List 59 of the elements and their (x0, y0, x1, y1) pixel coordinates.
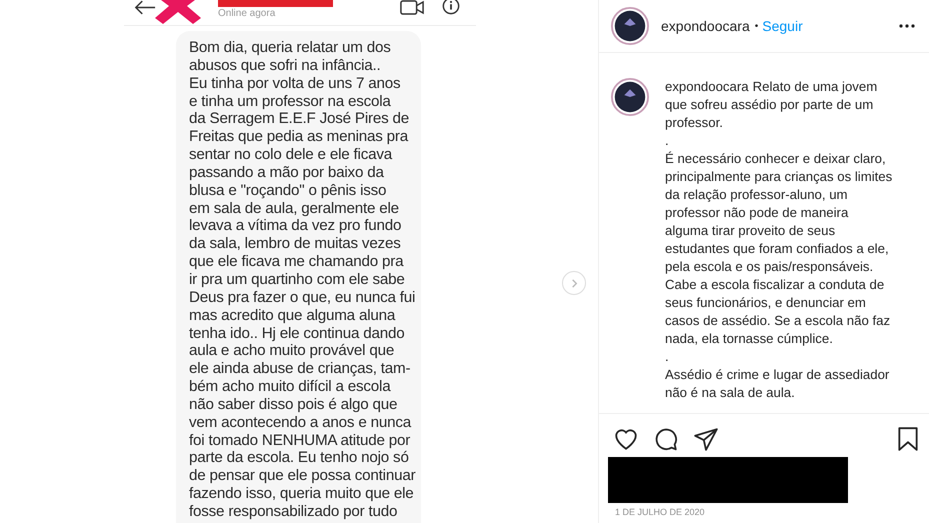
message-line: Bom dia, queria relatar um dos (189, 39, 392, 57)
caption-line: que sofreu assédio por parte de um (665, 96, 874, 114)
message-line: passando a mão por baixo da (189, 164, 385, 182)
caption-line: não é na sala de aula. (665, 384, 796, 402)
caption-line: . (665, 348, 670, 366)
message-line: tenha ido.. Hj ele continua dando (189, 324, 406, 342)
message-line: vem acontecendo a anos e nunca (189, 414, 412, 432)
message-line: de pensar que ele possa continuar (189, 467, 416, 486)
message-line: que ele ficava me chamando pra (189, 253, 405, 271)
share-icon[interactable] (693, 426, 719, 452)
info-icon (442, 0, 460, 15)
caption-line: Assédio é crime e lugar de assediador (665, 366, 890, 384)
caption-line: É necessário conhecer e deixar claro, (665, 150, 887, 168)
message-line: foi tomado NENHUMA atitude por (189, 432, 412, 450)
message-line: em sala de aula, geralmente ele (189, 200, 400, 218)
post-date: 1 DE JULHO DE 2020 (615, 507, 706, 517)
message-line: Eu tinha por volta de uns 7 anos (189, 74, 402, 93)
message-line: da Serragem E.E.F José Pires de (189, 110, 410, 128)
caption-line: alguma tirar proveito de seus (665, 222, 836, 240)
caption-line: professor. (665, 114, 724, 132)
message-line: ele ainda abuse de crianças, tam- (189, 360, 412, 378)
message-line: sentar no colo dele e ele ficava (189, 146, 394, 164)
caption-line: principalmente para crianças os limites (665, 168, 892, 186)
message-line: bém acho muito difícil a escola (189, 378, 392, 396)
caption-line: seus funcionários, e denunciar em (665, 294, 867, 312)
username-link[interactable]: expondoocara (665, 78, 749, 96)
message-line: blusa e "roçando" o pênis isso (189, 182, 388, 200)
caption-line: pela escola e os pais/responsáveis. (665, 258, 874, 276)
message-line: da sala, lembro de muitas vezes (189, 235, 402, 254)
chevron-icon (570, 278, 578, 288)
caption-line: Relato de uma jovem (752, 78, 878, 96)
message-line: fosse responsabilizado por tudo (189, 502, 398, 521)
caption-line: . (665, 132, 670, 150)
message-line: ir pra um quartinho com ele sabe (189, 270, 406, 289)
caption-line: casos de assédio. Se a escola não faz (665, 312, 892, 330)
comment-icon[interactable] (653, 426, 679, 452)
message-line: mas acredito que alguma aluna (189, 306, 396, 324)
message-line: Freitas que pedia as meninas pra (189, 128, 410, 146)
caption-line: estudantes que foram confiados a ele, (665, 240, 890, 258)
caption-line: Cabe a escola fiscalizar a conduta de (665, 276, 886, 294)
message-line: abusos que sofri na infância.. (189, 56, 382, 75)
username-link[interactable]: expondoocara (661, 18, 750, 34)
online-status: Online agora (218, 8, 276, 19)
caption-line: nada, ela tornasse cúmplice. (665, 330, 834, 348)
message-line: parte da escola. Eu tenho nojo só (189, 449, 410, 468)
avatar[interactable] (611, 7, 649, 45)
caption-line: da relação professor-aluno, um (665, 186, 849, 204)
message-line: e tinha um professor na escola (189, 92, 392, 110)
video-camera-icon (400, 0, 424, 15)
message-line: aula e acho muito provável que (189, 342, 396, 360)
caption-line: professor não pode de maneira (665, 204, 850, 222)
message-line: levava a vítima da vez pro fundo (189, 217, 402, 236)
more-options-icon[interactable] (899, 24, 915, 28)
avatar[interactable] (611, 78, 649, 116)
message-line: fazendo isso, queria muito que ele (189, 485, 415, 503)
back-arrow-icon (134, 0, 156, 15)
separator-dot: • (754, 20, 758, 32)
message-line: Deus pra fazer o que, eu nunca fui (189, 288, 416, 307)
message-line: não saber disso pois é algo que (189, 396, 398, 414)
